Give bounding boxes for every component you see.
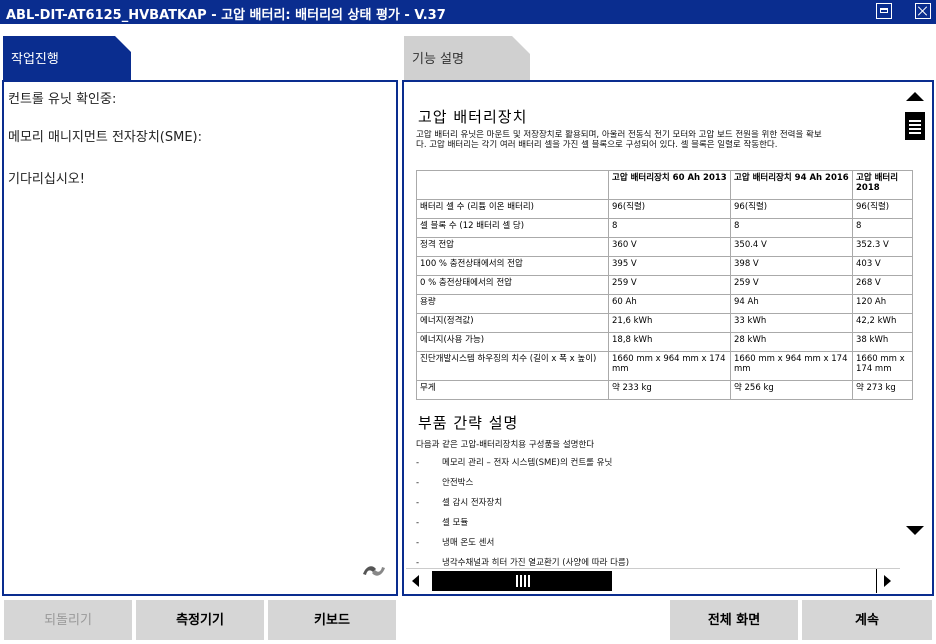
table-cell: 60 Ah [608, 294, 731, 314]
list-item-label: 셀 감시 전자장치 [442, 498, 503, 508]
tab-progress-label: 작업진행 [11, 52, 59, 67]
table-cell: 셀 블록 수 (12 배터리 셀 당) [416, 218, 609, 238]
list-item-label: 안전박스 [442, 478, 474, 488]
keyboard-button[interactable]: 키보드 [268, 600, 396, 640]
description-document: 고압 배터리장치 고압 배터리 유닛은 마운트 및 저장장치로 활용되며, 아울… [414, 104, 914, 574]
vertical-scroll-thumb[interactable] [905, 112, 925, 140]
bullet-dash: - [416, 498, 420, 508]
list-item-label: 냉각수채널과 히터 가진 열교환기 (사양에 따라 다름) [442, 558, 630, 568]
table-cell: 8 [730, 218, 853, 238]
table-cell [416, 170, 609, 200]
status-line-1: 컨트롤 유닛 확인중: [8, 92, 117, 107]
table-row: 무게 약 233 kg 약 256 kg 약 273 kg [416, 380, 913, 400]
table-cell: 약 233 kg [608, 380, 731, 400]
table-cell: 259 V [730, 275, 853, 295]
back-button[interactable]: 되돌리기 [4, 600, 132, 640]
table-cell: 96(직렬) [608, 199, 731, 219]
table-row: 에너지(사용 가능) 18,8 kWh 28 kWh 38 kWh [416, 332, 913, 352]
table-cell: 고압 배터리장치 94 Ah 2016 [730, 170, 853, 200]
table-cell: 360 V [608, 237, 731, 257]
tab-function-description[interactable]: 기능 설명 [404, 36, 530, 80]
close-icon[interactable] [915, 3, 931, 19]
scroll-down-icon[interactable] [906, 526, 924, 535]
doc-intro-line-1: 고압 배터리 유닛은 마운트 및 저장장치로 활용되며, 아울러 전동식 전기 … [416, 130, 822, 140]
horizontal-scrollbar[interactable] [406, 568, 900, 593]
busy-icon [363, 566, 385, 576]
bullet-dash: - [416, 518, 420, 528]
title-bar: ABL-DIT-AT6125_HVBATKAP - 고압 배터리: 배터리의 상… [0, 0, 936, 24]
table-cell: 배터리 셀 수 (리튬 이온 배터리) [416, 199, 609, 219]
list-item: - 냉각수채널과 히터 가진 열교환기 (사양에 따라 다름) [416, 556, 629, 568]
table-cell: 고압 배터리장치 60 Ah 2013 [608, 170, 731, 200]
scroll-left-icon[interactable] [412, 575, 419, 587]
list-item: - 메모리 관리 – 전자 시스템(SME)의 컨트롤 유닛 [416, 456, 612, 468]
continue-button[interactable]: 계속 [802, 600, 932, 640]
measurement-device-button[interactable]: 측정기기 [136, 600, 264, 640]
table-row: 정격 전압 360 V 350.4 V 352.3 V [416, 237, 913, 257]
table-cell: 350.4 V [730, 237, 853, 257]
table-cell: 395 V [608, 256, 731, 276]
table-cell: 8 [608, 218, 731, 238]
minimize-icon[interactable] [876, 3, 892, 19]
list-item: - 안전박스 [416, 476, 473, 488]
window-title: ABL-DIT-AT6125_HVBATKAP - 고압 배터리: 배터리의 상… [6, 8, 446, 23]
description-panel: 고압 배터리장치 고압 배터리 유닛은 마운트 및 저장장치로 활용되며, 아울… [402, 80, 934, 596]
doc-intro-line-2: 다. 고압 배터리는 각기 여러 배터리 셀을 가진 셀 블록으로 구성되어 있… [416, 140, 778, 150]
spec-table: 고압 배터리장치 60 Ah 2013 고압 배터리장치 94 Ah 2016 고압… [416, 170, 913, 400]
status-line-2: 메모리 매니지먼트 전자장치(SME): [8, 130, 202, 145]
horizontal-scroll-thumb[interactable] [432, 571, 612, 591]
table-cell: 0 % 충전상태에서의 전압 [416, 275, 609, 295]
fullscreen-button[interactable]: 전체 화면 [670, 600, 798, 640]
table-cell: 약 256 kg [730, 380, 853, 400]
table-cell: 1660 mm x 964 mm x 174 mm [730, 351, 853, 381]
components-intro: 다음과 같은 고압-배터리장치용 구성품을 설명한다 [416, 440, 595, 450]
list-item: - 셀 감시 전자장치 [416, 496, 502, 508]
table-cell: 28 kWh [730, 332, 853, 352]
table-row: 진단개발시스템 하우징의 치수 (길이 x 폭 x 높이) 1660 mm x 9… [416, 351, 913, 381]
table-row: 100 % 충전상태에서의 전압 395 V 398 V 403 V [416, 256, 913, 276]
list-item-label: 메모리 관리 – 전자 시스템(SME)의 컨트롤 유닛 [442, 458, 613, 468]
table-cell: 에너지(사용 가능) [416, 332, 609, 352]
table-cell: 33 kWh [730, 313, 853, 333]
table-cell: 진단개발시스템 하우징의 치수 (길이 x 폭 x 높이) [416, 351, 609, 381]
table-row: 에너지(정격값) 21,6 kWh 33 kWh 42,2 kWh [416, 313, 913, 333]
bullet-dash: - [416, 458, 420, 468]
list-item-label: 냉매 온도 센서 [442, 538, 495, 548]
bullet-dash: - [416, 478, 420, 488]
list-item: - 냉매 온도 센서 [416, 536, 494, 548]
list-item: - 셀 모듈 [416, 516, 468, 528]
tab-function-label: 기능 설명 [412, 52, 464, 67]
table-cell: 94 Ah [730, 294, 853, 314]
table-row: 셀 블록 수 (12 배터리 셀 당) 8 8 8 [416, 218, 913, 238]
table-cell: 21,6 kWh [608, 313, 731, 333]
progress-panel: 컨트롤 유닛 확인중: 메모리 매니지먼트 전자장치(SME): 기다리십시오! [2, 80, 398, 596]
table-cell: 용량 [416, 294, 609, 314]
table-cell: 18,8 kWh [608, 332, 731, 352]
table-cell: 259 V [608, 275, 731, 295]
bullet-dash: - [416, 538, 420, 548]
vertical-scrollbar[interactable] [902, 86, 930, 546]
table-row: 용량 60 Ah 94 Ah 120 Ah [416, 294, 913, 314]
table-cell: 100 % 충전상태에서의 전압 [416, 256, 609, 276]
table-row: 배터리 셀 수 (리튬 이온 배터리) 96(직렬) 96(직렬) 96(직렬) [416, 199, 913, 219]
scroll-up-icon[interactable] [906, 92, 924, 101]
table-row: 0 % 충전상태에서의 전압 259 V 259 V 268 V [416, 275, 913, 295]
scroll-divider [876, 569, 877, 593]
table-cell: 정격 전압 [416, 237, 609, 257]
doc-heading-battery: 고압 배터리장치 [418, 108, 528, 126]
table-cell: 398 V [730, 256, 853, 276]
scroll-right-icon[interactable] [884, 575, 891, 587]
table-cell: 1660 mm x 964 mm x 174 mm [608, 351, 731, 381]
table-row: 고압 배터리장치 60 Ah 2013 고압 배터리장치 94 Ah 2016 고압… [416, 170, 913, 200]
status-line-3: 기다리십시오! [8, 172, 85, 187]
table-cell: 에너지(정격값) [416, 313, 609, 333]
table-cell: 무게 [416, 380, 609, 400]
bullet-dash: - [416, 558, 420, 568]
list-item-label: 셀 모듈 [442, 518, 469, 528]
table-cell: 96(직렬) [730, 199, 853, 219]
doc-heading-components: 부품 간략 설명 [418, 414, 519, 432]
tab-progress[interactable]: 작업진행 [3, 36, 131, 80]
